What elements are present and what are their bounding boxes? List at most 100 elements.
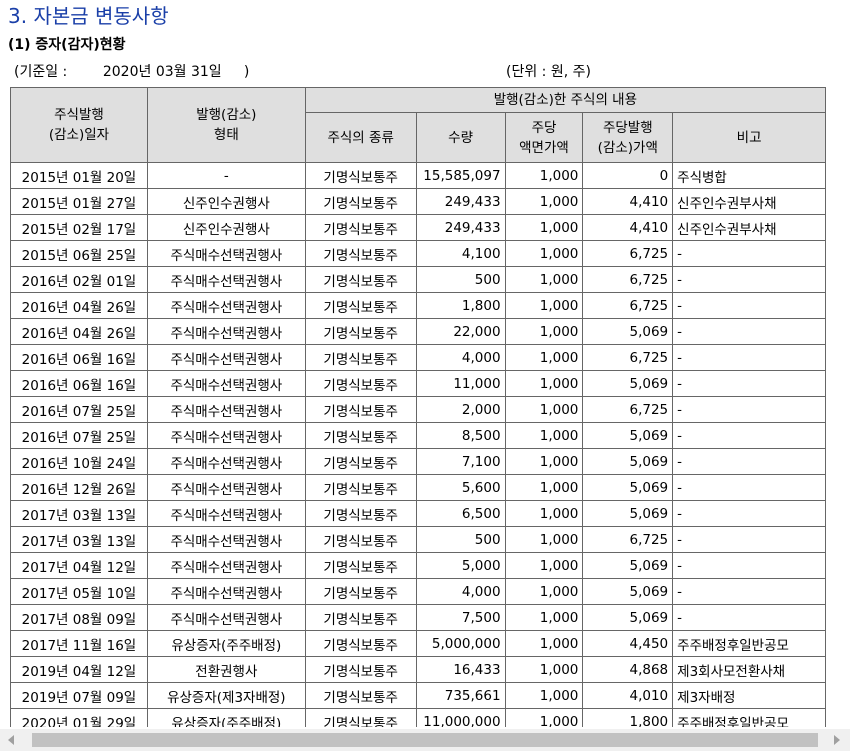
cell-type: 기명식보통주 (304, 422, 417, 449)
cell-face: 1,000 (504, 396, 584, 423)
cell-note: - (672, 292, 826, 319)
cell-note: - (672, 240, 826, 267)
cell-form: 주식매수선택권행사 (146, 500, 306, 527)
table-row: 2017년 08월 09일 주식매수선택권행사 기명식보통주 7,500 1,000 5,… (10, 604, 826, 631)
cell-form: 주식매수선택권행사 (146, 292, 306, 319)
cell-qty: 11,000,000 (415, 708, 506, 727)
cell-qty: 1,800 (415, 292, 506, 319)
cell-face: 1,000 (504, 500, 584, 527)
cell-face: 1,000 (504, 630, 584, 657)
cell-type: 기명식보통주 (304, 682, 417, 709)
cell-date: 2015년 06월 25일 (10, 240, 148, 267)
cell-date: 2019년 04월 12일 (10, 656, 148, 683)
cell-qty: 8,500 (415, 422, 506, 449)
scroll-thumb[interactable] (32, 733, 818, 747)
header-note: 비고 (672, 112, 826, 163)
cell-qty: 2,000 (415, 396, 506, 423)
cell-date: 2016년 04월 26일 (10, 318, 148, 345)
cell-type: 기명식보통주 (304, 344, 417, 371)
cell-date: 2017년 11월 16일 (10, 630, 148, 657)
table-row: 2015년 02월 17일 신주인수권행사 기명식보통주 249,433 1,000 4,… (10, 214, 826, 241)
horizontal-scrollbar[interactable] (0, 729, 850, 751)
cell-form: 주식매수선택권행사 (146, 474, 306, 501)
cell-type: 기명식보통주 (304, 604, 417, 631)
cell-date: 2017년 05월 10일 (10, 578, 148, 605)
cell-face: 1,000 (504, 682, 584, 709)
table-row: 2017년 03월 13일 주식매수선택권행사 기명식보통주 500 1,000 6,72… (10, 526, 826, 553)
cell-date: 2017년 04월 12일 (10, 552, 148, 579)
cell-price: 5,069 (582, 318, 674, 345)
cell-form: - (146, 162, 306, 189)
cell-note: 주식병합 (672, 162, 826, 189)
cell-note: - (672, 552, 826, 579)
cell-price: 4,450 (582, 630, 674, 657)
cell-price: 4,010 (582, 682, 674, 709)
table-row: 2016년 02월 01일 주식매수선택권행사 기명식보통주 500 1,000 6,72… (10, 266, 826, 293)
cell-face: 1,000 (504, 474, 584, 501)
cell-face: 1,000 (504, 526, 584, 553)
cell-face: 1,000 (504, 344, 584, 371)
table-container[interactable]: 주식발행 (감소)일자 발행(감소) 형태 발행(감소)한 주식의 내용 주식의… (10, 87, 826, 727)
table-row: 2016년 04월 26일 주식매수선택권행사 기명식보통주 1,800 1,000 6,… (10, 292, 826, 319)
table-row: 2017년 04월 12일 주식매수선택권행사 기명식보통주 5,000 1,000 5,… (10, 552, 826, 579)
cell-date: 2015년 02월 17일 (10, 214, 148, 241)
unit-label: (단위 : 원, 주) (506, 64, 591, 80)
cell-form: 주식매수선택권행사 (146, 344, 306, 371)
table-row: 2019년 07월 09일 유상증자(제3자배정) 기명식보통주 735,661 1,0… (10, 682, 826, 709)
table-row: 2016년 07월 25일 주식매수선택권행사 기명식보통주 2,000 1,000 6,… (10, 396, 826, 423)
cell-price: 6,725 (582, 240, 674, 267)
table-row: 2016년 06월 16일 주식매수선택권행사 기명식보통주 4,000 1,000 6,… (10, 344, 826, 371)
cell-form: 신주인수권행사 (146, 214, 306, 241)
cell-form: 주식매수선택권행사 (146, 448, 306, 475)
scroll-left-arrow-icon[interactable] (8, 735, 14, 745)
cell-qty: 22,000 (415, 318, 506, 345)
cell-note: - (672, 344, 826, 371)
cell-date: 2020년 01월 29일 (10, 708, 148, 727)
cell-type: 기명식보통주 (304, 266, 417, 293)
table-row: 2015년 01월 27일 신주인수권행사 기명식보통주 249,433 1,000 4,… (10, 188, 826, 215)
cell-qty: 5,000,000 (415, 630, 506, 657)
header-type: 주식의 종류 (304, 112, 417, 163)
cell-type: 기명식보통주 (304, 162, 417, 189)
cell-face: 1,000 (504, 188, 584, 215)
cell-qty: 16,433 (415, 656, 506, 683)
cell-price: 0 (582, 162, 674, 189)
cell-form: 주식매수선택권행사 (146, 240, 306, 267)
cell-note: - (672, 448, 826, 475)
cell-date: 2015년 01월 27일 (10, 188, 148, 215)
cell-price: 6,725 (582, 526, 674, 553)
cell-qty: 5,000 (415, 552, 506, 579)
cell-form: 유상증자(주주배정) (146, 630, 306, 657)
cell-price: 5,069 (582, 422, 674, 449)
table-row: 2017년 05월 10일 주식매수선택권행사 기명식보통주 4,000 1,000 5,… (10, 578, 826, 605)
cell-face: 1,000 (504, 318, 584, 345)
table-row: 2015년 01월 20일 - 기명식보통주 15,585,097 1,000 0 주식병합 (10, 162, 826, 189)
cell-date: 2016년 12월 26일 (10, 474, 148, 501)
cell-form: 유상증자(제3자배정) (146, 682, 306, 709)
cell-note: 주주배정후일반공모 (672, 630, 826, 657)
cell-form: 주식매수선택권행사 (146, 526, 306, 553)
cell-qty: 4,000 (415, 344, 506, 371)
cell-qty: 6,500 (415, 500, 506, 527)
header-form: 발행(감소) 형태 (146, 87, 306, 163)
table-row: 2016년 12월 26일 주식매수선택권행사 기명식보통주 5,600 1,000 5,… (10, 474, 826, 501)
cell-type: 기명식보통주 (304, 370, 417, 397)
cell-type: 기명식보통주 (304, 500, 417, 527)
scroll-right-arrow-icon[interactable] (834, 735, 840, 745)
cell-note: - (672, 266, 826, 293)
cell-date: 2017년 03월 13일 (10, 526, 148, 553)
header-price: 주당발행 (감소)가액 (582, 112, 674, 163)
cell-date: 2016년 07월 25일 (10, 396, 148, 423)
cell-type: 기명식보통주 (304, 526, 417, 553)
cell-date: 2019년 07월 09일 (10, 682, 148, 709)
cell-note: - (672, 474, 826, 501)
cell-note: 제3자배정 (672, 682, 826, 709)
basis-date: (기준일 : 2020년 03월 31일 ) (14, 64, 250, 80)
cell-form: 주식매수선택권행사 (146, 422, 306, 449)
cell-price: 5,069 (582, 474, 674, 501)
table-row: 2015년 06월 25일 주식매수선택권행사 기명식보통주 4,100 1,000 6,… (10, 240, 826, 267)
header-group: 발행(감소)한 주식의 내용 (304, 87, 826, 113)
table-row: 2019년 04월 12일 전환권행사 기명식보통주 16,433 1,000 4,868… (10, 656, 826, 683)
cell-qty: 7,500 (415, 604, 506, 631)
cell-face: 1,000 (504, 578, 584, 605)
